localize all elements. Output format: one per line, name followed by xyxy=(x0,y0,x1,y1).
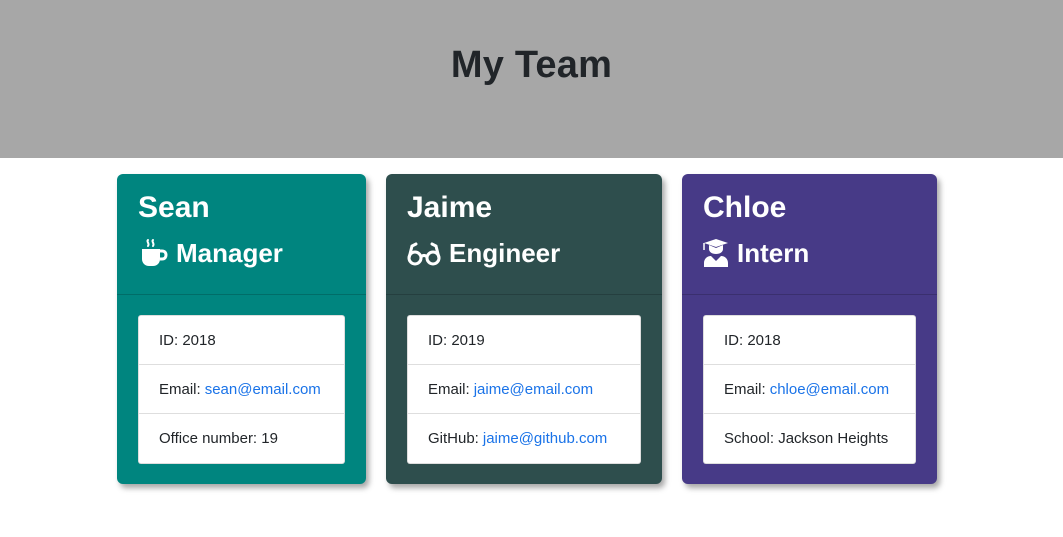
list-item-email: Email: sean@email.com xyxy=(139,365,344,414)
card-header: Jaime Engineer xyxy=(386,174,662,295)
list-item-email: Email: chloe@email.com xyxy=(704,365,915,414)
details-list: ID: 2018 Email: sean@email.com Office nu… xyxy=(138,315,345,464)
employee-name: Sean xyxy=(138,191,210,224)
employee-card-intern: Chloe Intern ID: 2018 Email: chloe@email… xyxy=(682,174,937,484)
employee-role: Manager xyxy=(138,238,366,268)
card-header: Chloe Intern xyxy=(682,174,937,295)
id-text: ID: 2018 xyxy=(159,331,216,349)
details-list: ID: 2018 Email: chloe@email.com School: … xyxy=(703,315,916,464)
github-label: GitHub: xyxy=(428,430,479,447)
office-number-text: Office number: 19 xyxy=(159,430,278,447)
role-label: Intern xyxy=(737,238,810,268)
employee-role: Intern xyxy=(703,238,937,268)
github-link[interactable]: jaime@github.com xyxy=(483,430,607,447)
coffee-mug-icon xyxy=(138,238,168,268)
email-link[interactable]: jaime@email.com xyxy=(474,381,593,398)
employee-role: Engineer xyxy=(407,238,662,268)
list-item-id: ID: 2018 xyxy=(704,316,915,365)
list-item-github: GitHub: jaime@github.com xyxy=(408,414,640,463)
list-item-id: ID: 2018 xyxy=(139,316,344,365)
id-text: ID: 2018 xyxy=(724,331,781,349)
details-list: ID: 2019 Email: jaime@email.com GitHub: … xyxy=(407,315,641,464)
email-label: Email: xyxy=(159,380,201,398)
employee-name: Chloe xyxy=(703,191,787,224)
page-header: My Team xyxy=(0,0,1063,158)
id-text: ID: 2019 xyxy=(428,331,485,349)
email-link[interactable]: sean@email.com xyxy=(205,381,321,398)
page-title: My Team xyxy=(450,43,613,86)
card-header: Sean Manager xyxy=(117,174,366,295)
list-item-id: ID: 2019 xyxy=(408,316,640,365)
employee-card-manager: Sean Manager ID: 2018 Email: sean@email.… xyxy=(117,174,366,484)
glasses-icon xyxy=(407,238,441,268)
role-label: Engineer xyxy=(449,238,561,268)
graduate-icon xyxy=(703,238,729,268)
school-text: School: Jackson Heights xyxy=(724,430,889,447)
list-item-email: Email: jaime@email.com xyxy=(408,365,640,414)
list-item-office: Office number: 19 xyxy=(139,414,344,463)
email-link[interactable]: chloe@email.com xyxy=(770,381,889,398)
role-label: Manager xyxy=(176,238,283,268)
email-label: Email: xyxy=(724,380,766,398)
employee-name: Jaime xyxy=(407,191,493,224)
employee-card-engineer: Jaime Engineer ID: 2019 Email: jaime@ema… xyxy=(386,174,662,484)
list-item-school: School: Jackson Heights xyxy=(704,414,915,463)
email-label: Email: xyxy=(428,380,470,398)
